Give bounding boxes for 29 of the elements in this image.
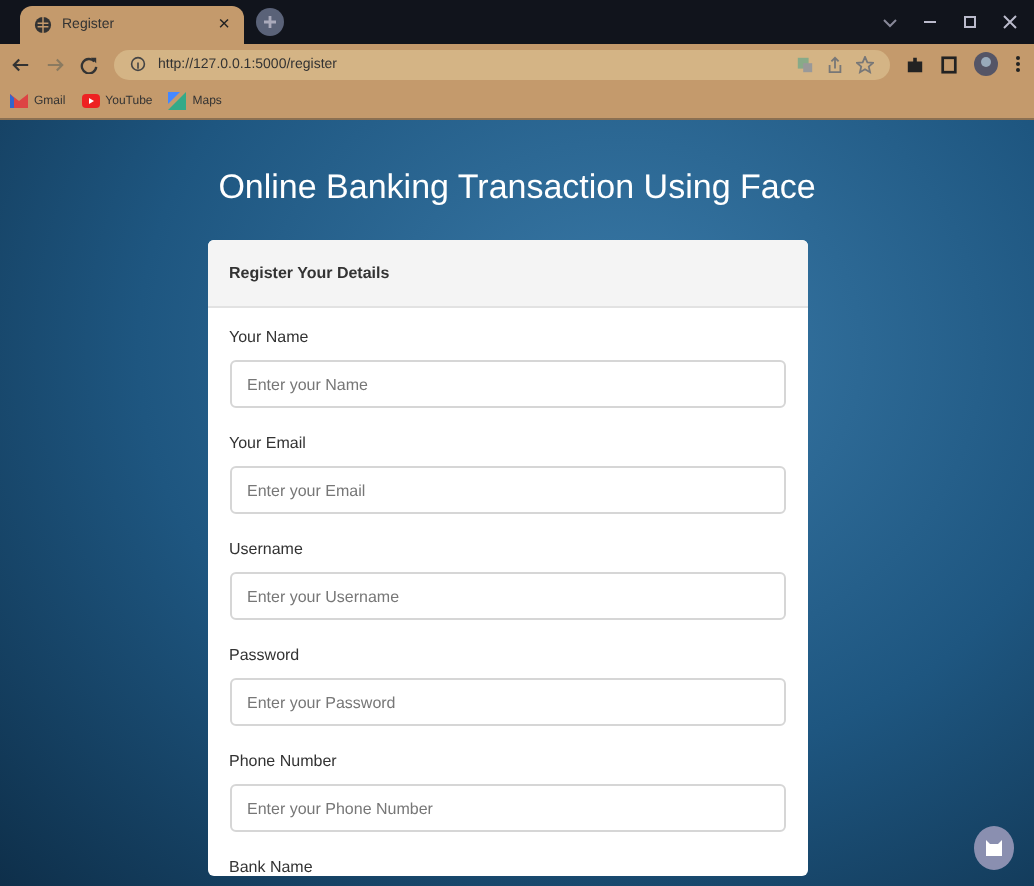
field-label: Bank Name — [229, 858, 315, 876]
tab-close-button[interactable]: × — [218, 15, 230, 35]
envelope-icon — [10, 94, 28, 108]
back-icon[interactable] — [12, 55, 30, 73]
close-icon[interactable] — [1002, 14, 1018, 30]
sidebar-icon[interactable] — [940, 55, 958, 73]
dropdown-icon[interactable] — [882, 14, 898, 30]
reload-icon[interactable] — [80, 55, 98, 73]
page-title: Online Banking Transaction Using Face — [218, 168, 816, 208]
input-field[interactable]: Enter your Password — [229, 678, 785, 726]
field-label: Phone Number — [229, 752, 339, 770]
more-icon[interactable] — [1014, 54, 1022, 74]
globe-icon — [34, 16, 52, 34]
field-label: Your Name — [229, 328, 311, 346]
input-field[interactable]: Enter your Name — [229, 360, 785, 408]
field-label: Your Email — [229, 434, 308, 452]
input-field[interactable]: Enter your Email — [229, 466, 785, 514]
star-icon[interactable] — [856, 55, 874, 73]
chat-widget-icon[interactable] — [974, 826, 1014, 870]
play-icon — [81, 94, 100, 108]
maximize-icon[interactable] — [962, 14, 978, 30]
new-tab-icon[interactable] — [256, 8, 284, 36]
input-field[interactable]: Enter your Username — [229, 572, 785, 620]
card-title: Register Your Details — [229, 264, 390, 282]
info-icon — [130, 56, 146, 72]
field-label: Username — [229, 540, 305, 558]
avatar-icon[interactable] — [974, 52, 998, 76]
field-label: Password — [229, 646, 302, 664]
input-field[interactable]: Enter your Phone Number — [229, 784, 785, 832]
